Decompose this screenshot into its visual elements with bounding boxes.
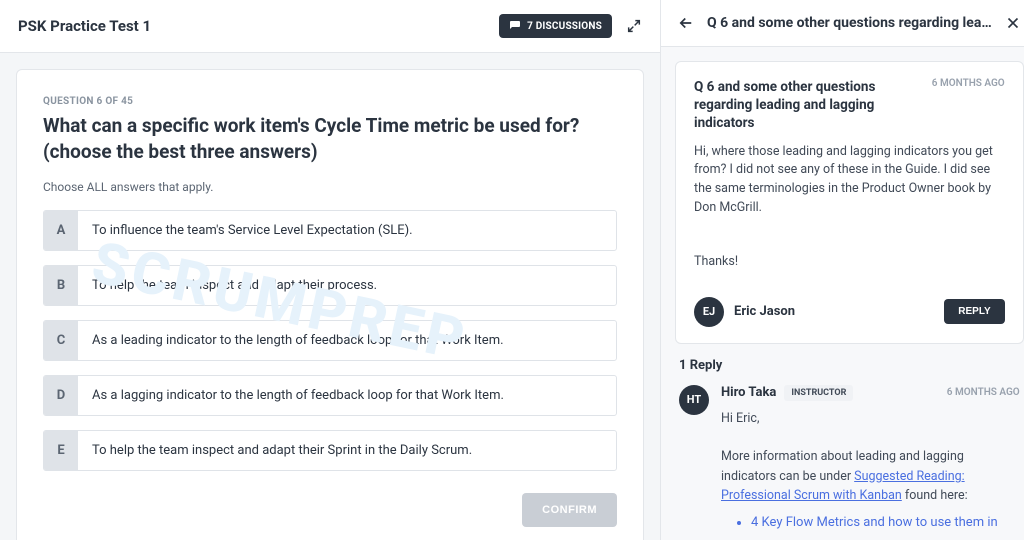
author-name: Eric Jason xyxy=(734,304,795,319)
question-card: SCRUMPREP QUESTION 6 OF 45 What can a sp… xyxy=(16,69,644,540)
test-title: PSK Practice Test 1 xyxy=(18,17,151,35)
answer-option[interactable]: A To influence the team's Service Level … xyxy=(43,210,617,251)
speech-bubble-icon xyxy=(509,20,521,32)
answer-letter: E xyxy=(44,431,78,470)
discussions-badge-label: 7 DISCUSSIONS xyxy=(527,21,602,32)
question-instruction: Choose ALL answers that apply. xyxy=(43,180,617,194)
reply-author-name: Hiro Taka xyxy=(721,385,776,400)
replies-count: 1 Reply xyxy=(679,358,1020,373)
discussion-card: Q 6 and some other questions regard­ing … xyxy=(675,61,1024,344)
question-text: What can a specific work item's Cycle Ti… xyxy=(43,113,617,164)
close-icon[interactable] xyxy=(1004,14,1022,32)
answer-letter: C xyxy=(44,321,78,360)
expand-icon[interactable] xyxy=(626,18,642,34)
answer-text: As a leading indicator to the length of … xyxy=(78,321,616,360)
answer-text: To influence the team's Service Level Ex… xyxy=(78,211,616,250)
reply-bullet-link[interactable]: 4 Key Flow Metrics and how to use them i… xyxy=(751,514,1020,532)
answer-text: To help the team inspect and adapt their… xyxy=(78,431,616,470)
answer-option[interactable]: D As a lagging indicator to the length o… xyxy=(43,375,617,416)
reply-item: HT Hiro Taka INSTRUCTOR 6 MONTHS AGO Hi … xyxy=(675,381,1024,536)
question-counter: QUESTION 6 OF 45 xyxy=(43,96,617,107)
discussion-thanks: Thanks! xyxy=(694,254,1005,269)
avatar: HT xyxy=(679,385,709,415)
confirm-button[interactable]: CONFIRM xyxy=(522,493,617,527)
answer-letter: B xyxy=(44,266,78,305)
discussion-body: Hi, where those leading and lagging indi… xyxy=(694,143,1005,218)
discussion-title: Q 6 and some other questions regard­ing … xyxy=(694,78,914,133)
discussion-header-title: Q 6 and some other questions regarding l… xyxy=(707,15,992,31)
answer-option[interactable]: E To help the team inspect and adapt the… xyxy=(43,430,617,471)
answer-option[interactable]: C As a leading indicator to the length o… xyxy=(43,320,617,361)
test-header: PSK Practice Test 1 7 DISCUSSIONS xyxy=(0,0,660,53)
reply-age: 6 MONTHS AGO xyxy=(947,387,1020,398)
reply-text: Hi Eric, More information about leading … xyxy=(721,409,1020,532)
discussion-age: 6 MONTHS AGO xyxy=(932,78,1005,133)
discussion-author: EJ Eric Jason xyxy=(694,297,795,327)
discussions-badge[interactable]: 7 DISCUSSIONS xyxy=(499,14,612,38)
answer-text: To help the team inspect and adapt their… xyxy=(78,266,616,305)
answer-letter: A xyxy=(44,211,78,250)
answer-option[interactable]: B To help the team inspect and adapt the… xyxy=(43,265,617,306)
discussion-header: Q 6 and some other questions regarding l… xyxy=(661,0,1024,47)
back-arrow-icon[interactable] xyxy=(677,14,695,32)
avatar: EJ xyxy=(694,297,724,327)
reply-button[interactable]: REPLY xyxy=(944,299,1004,324)
answer-text: As a lagging indicator to the length of … xyxy=(78,376,616,415)
instructor-badge: INSTRUCTOR xyxy=(784,385,853,401)
answers-list: A To influence the team's Service Level … xyxy=(43,210,617,471)
answer-letter: D xyxy=(44,376,78,415)
